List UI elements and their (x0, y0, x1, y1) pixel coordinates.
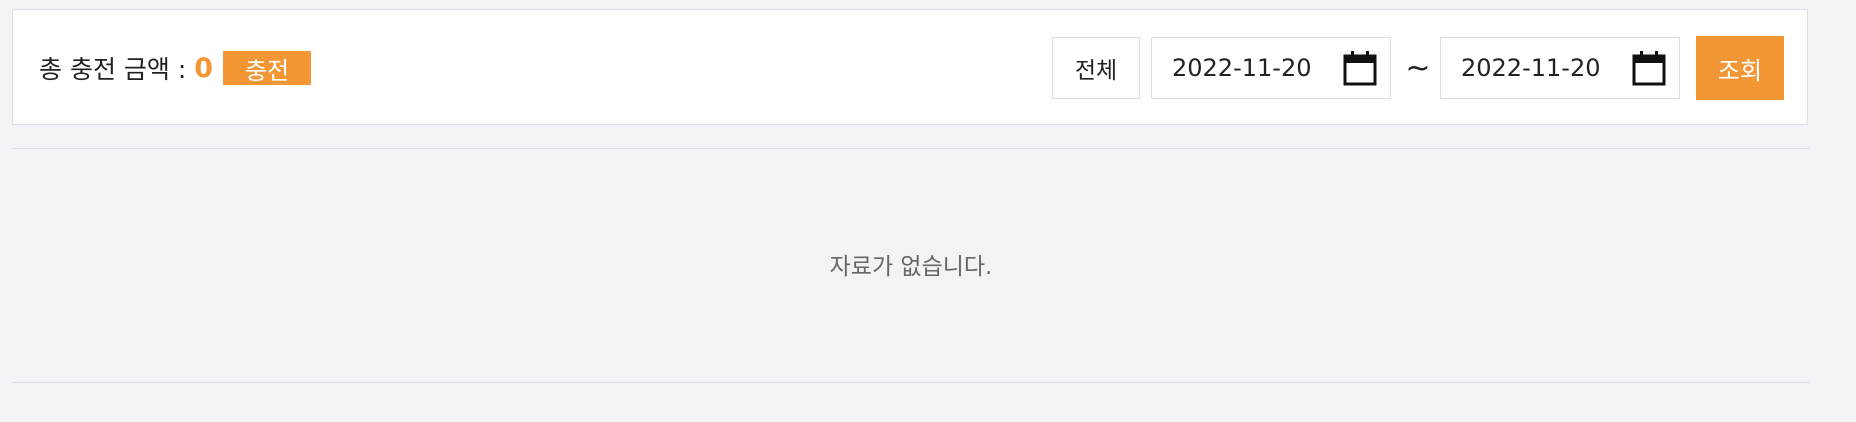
calendar-icon[interactable] (1342, 49, 1378, 87)
divider (12, 148, 1810, 149)
total-charge-summary: 총 충전 금액 : 0 충전 (39, 10, 312, 126)
all-period-button[interactable]: 전체 (1052, 37, 1140, 99)
charge-button[interactable]: 충전 (223, 51, 312, 85)
divider (12, 382, 1810, 383)
end-date-value: 2022-11-20 (1461, 54, 1601, 82)
start-date-value: 2022-11-20 (1172, 54, 1312, 82)
calendar-icon[interactable] (1631, 49, 1667, 87)
empty-results-message: 자료가 없습니다. (829, 254, 993, 280)
end-date-field[interactable]: 2022-11-20 (1440, 37, 1680, 99)
total-charge-amount: 0 (194, 52, 214, 84)
start-date-field[interactable]: 2022-11-20 (1151, 37, 1391, 99)
total-charge-label: 총 충전 금액 : (39, 55, 187, 84)
filter-toolbar: 총 충전 금액 : 0 충전 전체 2022-11-20 ~ 2022-11-2… (12, 9, 1808, 125)
search-button[interactable]: 조회 (1696, 36, 1784, 100)
date-range-separator: ~ (1405, 50, 1431, 86)
